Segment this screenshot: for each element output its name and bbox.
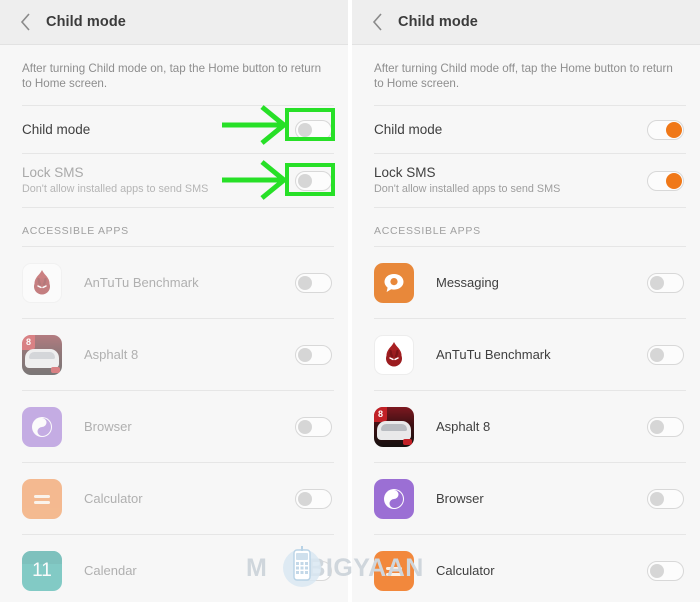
asphalt8-icon: 8 xyxy=(374,406,414,447)
app-toggle[interactable] xyxy=(295,272,332,293)
app-row[interactable]: Browser xyxy=(0,391,348,462)
app-toggle[interactable] xyxy=(647,488,684,509)
antutu-icon xyxy=(374,334,414,375)
app-toggle[interactable] xyxy=(647,344,684,365)
app-toggle[interactable] xyxy=(295,560,332,581)
section-header-accessible-apps: ACCESSIBLE APPS xyxy=(374,225,481,237)
setting-row-child-mode[interactable]: Child mode xyxy=(0,106,348,153)
setting-label: Child mode xyxy=(374,122,443,137)
calendar-icon: 11 xyxy=(22,550,62,591)
car-shape xyxy=(25,348,59,368)
calendar-date: 11 xyxy=(32,559,52,581)
browser-icon xyxy=(374,478,414,519)
screenshot-pair: Child mode After turning Child mode on, … xyxy=(0,0,700,602)
setting-label: Child mode xyxy=(22,122,91,137)
toggle-knob xyxy=(666,172,682,189)
app-name: Asphalt 8 xyxy=(436,419,491,434)
description-text: After turning Child mode off, tap the Ho… xyxy=(374,62,673,90)
toggle-knob xyxy=(650,563,664,578)
toggle-knob xyxy=(298,122,312,137)
app-name: Calculator xyxy=(436,563,495,578)
app-row[interactable]: AnTuTu Benchmark xyxy=(0,247,348,318)
toggle-knob xyxy=(298,563,312,578)
app-toggle[interactable] xyxy=(295,344,332,365)
app-toggle[interactable] xyxy=(647,416,684,437)
app-toggle[interactable] xyxy=(295,416,332,437)
asphalt8-tag xyxy=(403,438,412,445)
page-title: Child mode xyxy=(398,14,478,30)
description-text: After turning Child mode on, tap the Hom… xyxy=(22,62,322,90)
browser-icon xyxy=(22,406,62,447)
asphalt8-tag xyxy=(51,366,60,373)
app-name: Calendar xyxy=(84,563,137,578)
chevron-left-icon[interactable] xyxy=(366,11,388,33)
toggle-knob xyxy=(298,275,312,290)
setting-sublabel: Don't allow installed apps to send SMS xyxy=(374,183,561,195)
chevron-left-icon[interactable] xyxy=(14,11,36,33)
app-name: Browser xyxy=(84,419,132,434)
app-toggle[interactable] xyxy=(647,560,684,581)
app-row[interactable]: 11 Calendar xyxy=(0,535,348,602)
app-toggle[interactable] xyxy=(295,488,332,509)
app-row[interactable]: AnTuTu Benchmark xyxy=(352,319,700,390)
app-row[interactable]: 8 Asphalt 8 xyxy=(352,391,700,462)
app-name: AnTuTu Benchmark xyxy=(84,275,199,290)
page-title: Child mode xyxy=(46,14,126,30)
setting-sublabel: Don't allow installed apps to send SMS xyxy=(22,183,209,195)
app-bar: Child mode xyxy=(352,0,700,45)
app-row[interactable]: Browser xyxy=(352,463,700,534)
toggle-knob xyxy=(298,419,312,434)
toggle-knob xyxy=(650,491,664,506)
asphalt8-badge: 8 xyxy=(22,334,35,350)
messaging-icon xyxy=(374,262,414,303)
toggle-knob xyxy=(298,173,312,188)
app-row[interactable]: Messaging xyxy=(352,247,700,318)
calculator-icon xyxy=(22,478,62,519)
toggle-knob xyxy=(650,347,664,362)
antutu-icon xyxy=(22,262,62,303)
app-name: Browser xyxy=(436,491,484,506)
app-row[interactable]: Calculator xyxy=(0,463,348,534)
panel-child-mode-on: Child mode After turning Child mode off,… xyxy=(352,0,700,602)
app-row[interactable]: 8 Asphalt 8 xyxy=(0,319,348,390)
toggle-knob xyxy=(298,491,312,506)
lock-sms-toggle[interactable] xyxy=(647,170,684,191)
toggle-knob xyxy=(650,419,664,434)
car-shape xyxy=(377,420,411,440)
setting-row-lock-sms[interactable]: Lock SMS Don't allow installed apps to s… xyxy=(0,154,348,207)
setting-row-child-mode[interactable]: Child mode xyxy=(352,106,700,153)
section-header-accessible-apps: ACCESSIBLE APPS xyxy=(22,225,129,237)
toggle-knob xyxy=(650,275,664,290)
child-mode-toggle[interactable] xyxy=(295,119,332,140)
setting-label: Lock SMS xyxy=(22,165,84,180)
app-name: Asphalt 8 xyxy=(84,347,139,362)
toggle-knob xyxy=(298,347,312,362)
app-name: Calculator xyxy=(84,491,143,506)
app-bar: Child mode xyxy=(0,0,348,45)
child-mode-toggle[interactable] xyxy=(647,119,684,140)
toggle-knob xyxy=(666,121,682,138)
app-row[interactable]: Calculator xyxy=(352,535,700,602)
asphalt8-badge: 8 xyxy=(374,406,387,422)
setting-label: Lock SMS xyxy=(374,165,436,180)
app-name: Messaging xyxy=(436,275,499,290)
setting-row-lock-sms[interactable]: Lock SMS Don't allow installed apps to s… xyxy=(352,154,700,207)
panel-child-mode-off: Child mode After turning Child mode on, … xyxy=(0,0,348,602)
app-name: AnTuTu Benchmark xyxy=(436,347,551,362)
calculator-icon xyxy=(374,550,414,591)
lock-sms-toggle[interactable] xyxy=(295,170,332,191)
app-toggle[interactable] xyxy=(647,272,684,293)
asphalt8-icon: 8 xyxy=(22,334,62,375)
